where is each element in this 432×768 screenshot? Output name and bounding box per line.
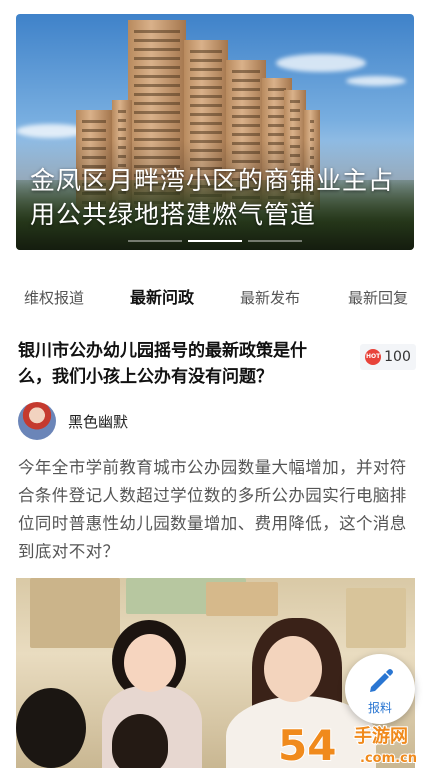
tab-latest-replies[interactable]: 最新回复 [324, 278, 432, 318]
watermark-number: 54 [278, 721, 336, 768]
wall-decoration [206, 582, 278, 616]
article-body: 今年全市学前教育城市公办园数量大幅增加，并对符合条件登记人数超过学位数的多所公办… [18, 458, 407, 561]
carousel-dot[interactable] [128, 240, 182, 242]
wall-decoration [30, 578, 120, 648]
banner-carousel[interactable]: 金凤区月畔湾小区的商铺业主占用公共绿地搭建燃气管道 [16, 14, 414, 250]
report-button[interactable]: 报料 [345, 654, 415, 724]
child-figure [124, 634, 176, 692]
banner-title: 金凤区月畔湾小区的商铺业主占用公共绿地搭建燃气管道 [30, 166, 395, 229]
carousel-indicators [16, 240, 414, 242]
hot-icon: HOT [365, 349, 382, 365]
carousel-dot[interactable] [248, 240, 302, 242]
report-button-label: 报料 [367, 700, 392, 715]
child-figure [112, 714, 168, 768]
tab-latest-releases[interactable]: 最新发布 [216, 278, 324, 318]
cloud-decoration [276, 54, 366, 72]
tab-latest-inquiries[interactable]: 最新问政 [108, 278, 216, 318]
carousel-dot-active[interactable] [188, 240, 242, 242]
watermark-domain: .com.cn [360, 751, 417, 766]
avatar[interactable] [18, 402, 56, 440]
teacher-figure [264, 636, 322, 702]
hot-badge: HOT 100 [360, 344, 416, 370]
child-figure [16, 688, 86, 768]
hot-count: 100 [384, 349, 411, 365]
author-name[interactable]: 黑色幽默 [68, 411, 128, 432]
watermark-site-name: 手游网 [354, 725, 408, 747]
tab-rights-reports[interactable]: 维权报道 [0, 278, 108, 318]
cloud-decoration [346, 76, 406, 86]
category-tabs: 维权报道 最新问政 最新发布 最新回复 [0, 278, 432, 318]
wall-decoration [346, 588, 406, 648]
author-info[interactable]: 黑色幽默 [18, 402, 128, 440]
article-title[interactable]: 银川市公办幼儿园摇号的最新政策是什么，我们小孩上公办有没有问题？ [18, 338, 338, 390]
pencil-icon [370, 668, 393, 692]
watermark-logo: 54 手游网 .com.cn [277, 720, 418, 768]
